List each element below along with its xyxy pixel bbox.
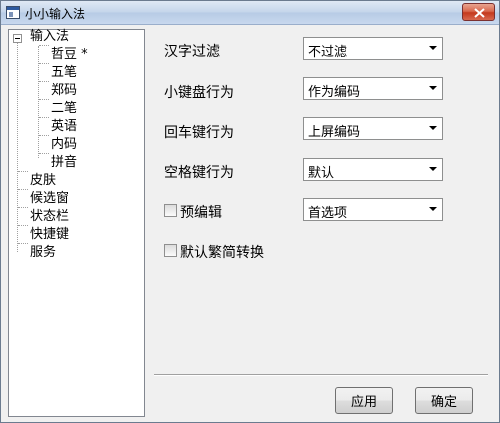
tree-connector [18,225,28,226]
enter-behavior-select[interactable]: 上屏编码 [303,117,443,140]
tree-item-shortcuts[interactable]: 快捷键 [30,227,69,243]
divider [154,374,488,376]
label-preedit[interactable]: 预编辑 [180,202,222,222]
settings-tree[interactable]: 输入法 哲豆 * 五笔 郑码 二笔 英语 内码 拼音 皮肤 候选窗 状态栏 快捷… [8,29,145,417]
tree-connector [39,81,49,82]
tree-connector [39,153,49,154]
tree-connector [39,117,49,118]
tree-item-zhedou[interactable]: 哲豆 * [51,47,88,63]
preedit-value: 首选项 [308,206,348,221]
numpad-behavior-value: 作为编码 [308,85,361,100]
tree-connector [39,63,49,64]
chevron-down-icon [429,207,437,211]
tree-connector [39,135,49,136]
preedit-select[interactable]: 首选项 [303,198,443,221]
tree-connector [18,243,28,244]
char-filter-select[interactable]: 不过滤 [303,37,443,60]
tree-connector [18,207,28,208]
app-icon [6,6,20,19]
tree-item-neima[interactable]: 内码 [51,137,77,153]
label-enter-behavior: 回车键行为 [164,125,234,141]
enter-behavior-value: 上屏编码 [308,125,361,140]
chevron-down-icon [429,46,437,50]
tree-item-status-bar[interactable]: 状态栏 [30,209,69,225]
settings-window: 小小输入法 输入法 哲豆 * 五笔 郑码 二笔 英语 内码 拼音 皮肤 候选窗 … [0,0,500,423]
tree-connector [18,171,28,172]
tree-item-wubi[interactable]: 五笔 [51,65,77,81]
space-behavior-select[interactable]: 默认 [303,158,443,181]
chevron-down-icon [429,126,437,130]
tree-item-pinyin[interactable]: 拼音 [51,155,77,171]
close-icon [474,8,485,18]
tree-item-english[interactable]: 英语 [51,119,77,135]
tree-item-input-method[interactable]: 输入法 [30,29,69,45]
numpad-behavior-select[interactable]: 作为编码 [303,77,443,100]
apply-button[interactable]: 应用 [335,387,393,414]
tree-connector [39,45,49,46]
space-behavior-value: 默认 [308,166,335,181]
title-bar[interactable]: 小小输入法 [1,1,499,25]
tree-connector [39,99,49,100]
chevron-down-icon [429,167,437,171]
label-space-behavior: 空格键行为 [164,165,234,181]
label-trad-simp[interactable]: 默认繁简转换 [180,242,264,262]
tree-connector [17,43,18,252]
tree-item-zhengma[interactable]: 郑码 [51,83,77,99]
tree-collapse-icon[interactable] [13,34,22,43]
ok-button[interactable]: 确定 [415,387,473,414]
label-numpad-behavior: 小键盘行为 [164,85,234,101]
tree-item-candidate-window[interactable]: 候选窗 [30,191,69,207]
tree-item-erbi[interactable]: 二笔 [51,101,77,117]
chevron-down-icon [429,86,437,90]
window-title: 小小输入法 [25,7,86,21]
preedit-checkbox[interactable] [164,204,177,217]
trad-simp-checkbox[interactable] [164,244,177,257]
tree-connector [18,189,28,190]
label-char-filter: 汉字过滤 [164,44,220,60]
tree-item-service[interactable]: 服务 [30,245,56,261]
close-button[interactable] [462,3,495,21]
tree-item-skin[interactable]: 皮肤 [30,173,56,189]
char-filter-value: 不过滤 [308,45,348,60]
